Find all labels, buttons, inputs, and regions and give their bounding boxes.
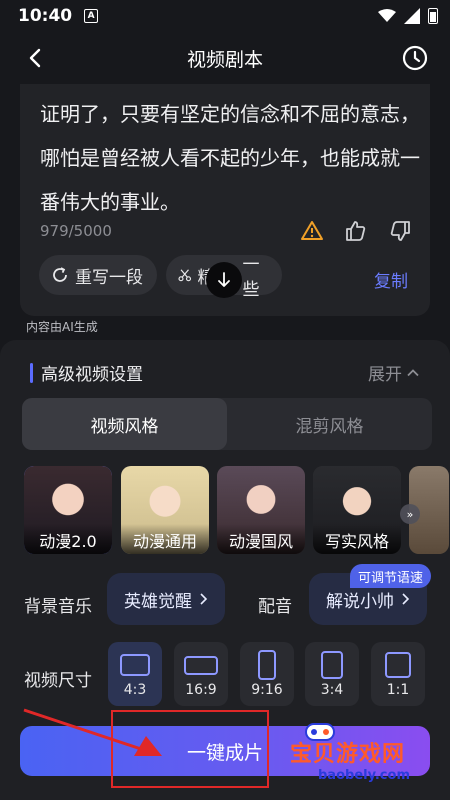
style-card-anime-chinese[interactable]: 动漫国风 [217,466,305,554]
status-time: 10:40 [18,6,73,26]
size-option-label: 9:16 [251,682,283,698]
battery-icon [428,8,438,24]
rewrite-button[interactable]: 重写一段 [39,255,157,295]
style-card-anime-2[interactable]: 动漫2.0 [24,466,112,554]
carousel-next-icon[interactable]: » [400,504,420,524]
tab-video-style[interactable]: 视频风格 [22,398,227,450]
size-option-label: 3:4 [320,682,344,698]
aspect-shape-icon [184,656,218,675]
size-option-4-3[interactable]: 4:3 [108,642,162,706]
expand-toggle[interactable]: 展开 [368,360,420,385]
scroll-down-button[interactable] [206,262,242,298]
watermark-subtitle: baobely.com [318,768,410,783]
rewrite-label: 重写一段 [75,267,143,288]
size-option-label: 1:1 [386,682,410,698]
aspect-shape-icon [385,652,411,678]
expand-label: 展开 [368,365,402,385]
chevron-up-icon [407,368,419,376]
style-label: 动漫2.0 [24,524,112,554]
music-selector[interactable]: 英雄觉醒 [107,573,225,625]
thumbs-down-icon[interactable] [388,219,412,243]
style-card-anime-general[interactable]: 动漫通用 [121,466,209,554]
style-card-realistic[interactable]: 写实风格 [313,466,401,554]
copy-button[interactable]: 复制 [374,267,408,292]
size-option-label: 16:9 [185,682,217,698]
ai-generated-note: 内容由AI生成 [26,320,98,334]
style-label: 动漫通用 [121,524,209,554]
size-option-1-1[interactable]: 1:1 [371,642,425,706]
char-counter: 979/5000 [40,222,112,240]
tab-mix-style[interactable]: 混剪风格 [227,398,432,450]
size-label: 视频尺寸 [24,671,92,691]
style-label: 写实风格 [313,524,401,554]
back-arrow-icon[interactable] [22,44,50,72]
history-clock-icon[interactable] [400,43,430,73]
watermark-title: 宝贝游戏网 [290,742,406,767]
wifi-icon [378,9,396,22]
section-title: 高级视频设置 [41,365,143,385]
refresh-icon [53,267,67,282]
style-label: 动漫国风 [217,524,305,554]
section-header: 高级视频设置 [30,360,143,385]
arrow-down-icon [218,272,230,287]
aspect-shape-icon [321,651,343,679]
size-option-16-9[interactable]: 16:9 [174,642,228,706]
music-label: 背景音乐 [24,597,92,617]
warning-icon[interactable] [300,219,324,243]
chevron-right-icon [200,593,208,605]
music-value: 英雄觉醒 [124,591,192,612]
voice-label: 配音 [258,597,292,617]
style-tabs: 视频风格 混剪风格 [22,398,432,450]
voice-value: 解说小帅 [326,591,394,612]
thumbs-up-icon[interactable] [344,219,368,243]
signal-icon [404,8,420,24]
size-option-9-16[interactable]: 9:16 [240,642,294,706]
size-option-3-4[interactable]: 3:4 [305,642,359,706]
script-text[interactable]: 证明了，只要有坚定的信念和不屈的意志，哪怕是曾经被人看不起的少年，也能成就一番伟… [40,92,420,224]
watermark: 宝贝游戏网 baobely.com [290,736,410,783]
scissors-icon [178,269,192,282]
section-accent-bar [30,362,33,383]
notification-icon: A [84,9,99,23]
trim-label-end: 一些 [242,255,260,300]
speed-adjust-badge: 可调节语速 [350,564,432,588]
size-option-label: 4:3 [123,682,147,698]
page-title: 视频剧本 [186,48,263,71]
annotation-arrow-icon [23,708,162,756]
aspect-shape-icon [258,650,276,680]
top-bar: 视频剧本 [0,32,450,84]
status-bar: 10:40 A [0,0,450,32]
chevron-right-icon [402,593,410,605]
style-carousel: 动漫2.0 动漫通用 动漫国风 写实风格 » [24,466,450,556]
aspect-shape-icon [120,654,150,676]
